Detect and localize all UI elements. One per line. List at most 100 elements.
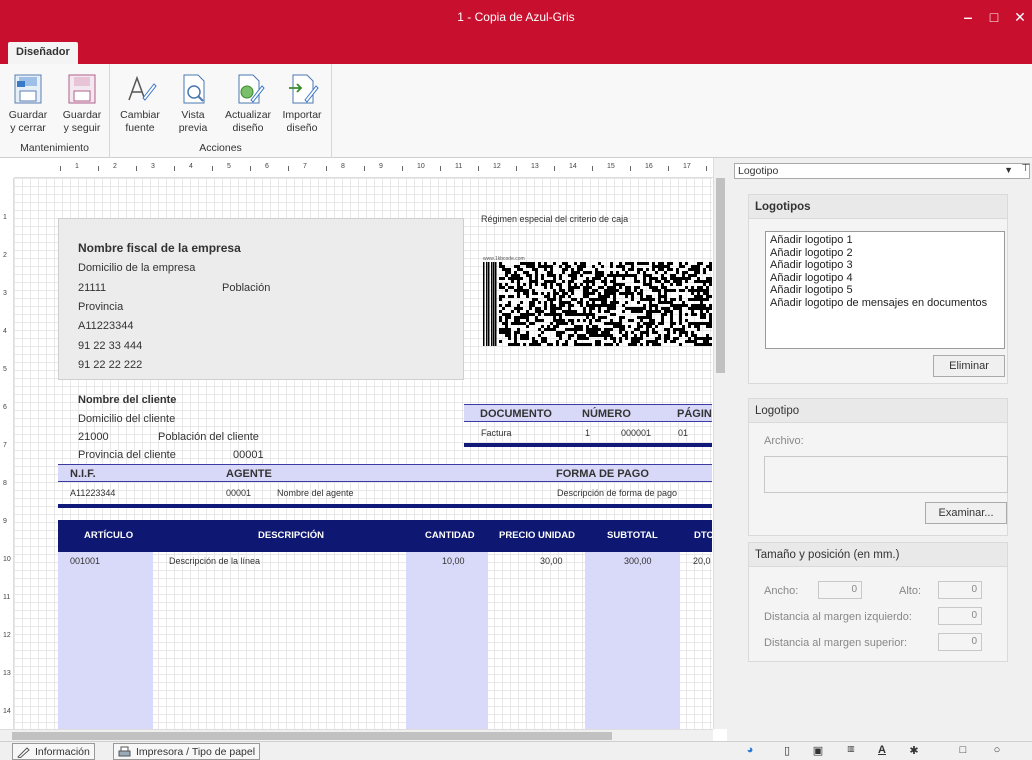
element-selector[interactable]: Logotipo ▼ ⊤ [734,163,1030,179]
update-design-button[interactable]: Actualizar diseño [222,72,274,135]
vertical-scrollbar[interactable] [713,158,727,729]
barcode-module [661,265,664,268]
company-box[interactable]: Nombre fiscal de la empresa Domicilio de… [58,218,464,380]
barcode-module [508,316,511,319]
list-item[interactable]: Añadir logotipo 3 [770,259,1000,272]
rectangle-tool-icon[interactable]: □ [955,744,971,759]
barcode-module [658,289,661,292]
barcode-module [580,337,583,340]
barcode-module [541,277,544,280]
barcode-module [523,337,526,340]
list-item[interactable]: Añadir logotipo 4 [770,272,1000,285]
tab-disenador[interactable]: Diseñador [8,42,78,64]
tab-informacion[interactable]: Información [12,743,95,760]
barcode-module [670,277,673,280]
barcode-module [691,268,694,271]
barcode-module [592,313,595,316]
minimize-button[interactable]: ‒ [959,8,977,26]
vertical-scroll-thumb[interactable] [716,178,725,373]
page-icon[interactable]: ▯ [779,744,795,759]
barcode-module [640,295,643,298]
list-item[interactable]: Añadir logotipo 1 [770,234,1000,247]
barcode-module [562,271,565,274]
close-button[interactable]: ✕ [1011,8,1029,26]
browse-button[interactable]: Examinar... [925,502,1007,524]
column-cantidad[interactable] [406,552,488,729]
barcode-module [637,307,640,310]
ruler-tick [212,166,213,171]
column-articulo[interactable] [58,552,153,729]
barcode-module [541,319,544,322]
logos-list[interactable]: Añadir logotipo 1 Añadir logotipo 2 Añad… [765,231,1005,349]
height-field[interactable]: 0 [938,581,982,599]
barcode-module [634,307,637,310]
barcode-module [706,334,709,337]
horizontal-scrollbar[interactable] [0,729,713,741]
barcode-module [559,301,562,304]
maximize-button[interactable]: □ [985,8,1003,26]
delete-logo-button[interactable]: Eliminar [933,355,1005,377]
barcode-module [634,310,637,313]
barcode-tool-icon[interactable]: ▥ [843,744,859,759]
barcode-module [520,307,523,310]
barcode-module [649,313,652,316]
line-tool-icon[interactable]: ✱ [906,744,922,759]
barcode-module [658,322,661,325]
barcode-module [646,262,649,265]
save-close-button[interactable]: Guardar y cerrar [2,72,54,135]
chevron-down-icon[interactable]: ▼ [1004,165,1013,175]
text-tool-icon[interactable]: A [874,744,890,759]
pin-icon[interactable]: ⊤ [1021,163,1030,174]
barcode-module [604,304,607,307]
barcode-module [628,343,631,346]
lines-table-header: ARTÍCULO DESCRIPCIÓN CANTIDAD PRECIO UNI… [58,520,712,552]
ruler-tick [478,166,479,171]
save-continue-button[interactable]: Guardar y seguir [56,72,108,135]
barcode-module [517,292,520,295]
barcode-module [670,274,673,277]
barcode-module [664,271,667,274]
preview-button[interactable]: Vista previa [167,72,219,135]
barcode-module [598,340,601,343]
list-item[interactable]: Añadir logotipo de mensajes en documento… [770,297,1000,310]
barcode-module [556,343,559,346]
ruler-label: 4 [189,163,193,170]
left-margin-field[interactable]: 0 [938,607,982,625]
barcode-module [610,337,613,340]
top-margin-field[interactable]: 0 [938,633,982,651]
import-design-button[interactable]: Importar diseño [276,72,328,135]
barcode-module [535,310,538,313]
barcode-image[interactable] [483,262,712,346]
barcode-module [676,337,679,340]
print-tool-icon[interactable]: ▣ [810,744,826,759]
width-field[interactable]: 0 [818,581,862,599]
ellipse-tool-icon[interactable]: ○ [989,744,1005,759]
barcode-module [670,310,673,313]
barcode-module [580,274,583,277]
report-canvas[interactable]: Nombre fiscal de la empresa Domicilio de… [14,178,712,729]
list-item[interactable]: Añadir logotipo 2 [770,247,1000,260]
barcode-module [664,298,667,301]
tab-impresora[interactable]: Impresora / Tipo de papel [113,743,261,760]
barcode-module [607,307,610,310]
barcode-module [709,277,712,280]
color-palette-icon[interactable]: ◕ [742,744,758,759]
list-item[interactable]: Añadir logotipo 5 [770,284,1000,297]
update-design-line1: Actualizar [224,109,272,121]
barcode-module [508,337,511,340]
horizontal-scroll-thumb[interactable] [12,732,612,740]
barcode-module [604,322,607,325]
column-subtotal[interactable] [585,552,680,729]
barcode-module [697,307,700,310]
barcode-module [559,316,562,319]
barcode-module [574,283,577,286]
barcode-module [586,316,589,319]
barcode-module [622,292,625,295]
change-font-button[interactable]: Cambiar fuente [114,72,166,135]
file-field[interactable] [764,456,1008,493]
barcode-module [598,328,601,331]
barcode-module [541,310,544,313]
barcode-module [580,262,583,265]
info-header-bar: N.I.F. AGENTE FORMA DE PAGO [58,464,712,482]
barcode-module [709,307,712,310]
